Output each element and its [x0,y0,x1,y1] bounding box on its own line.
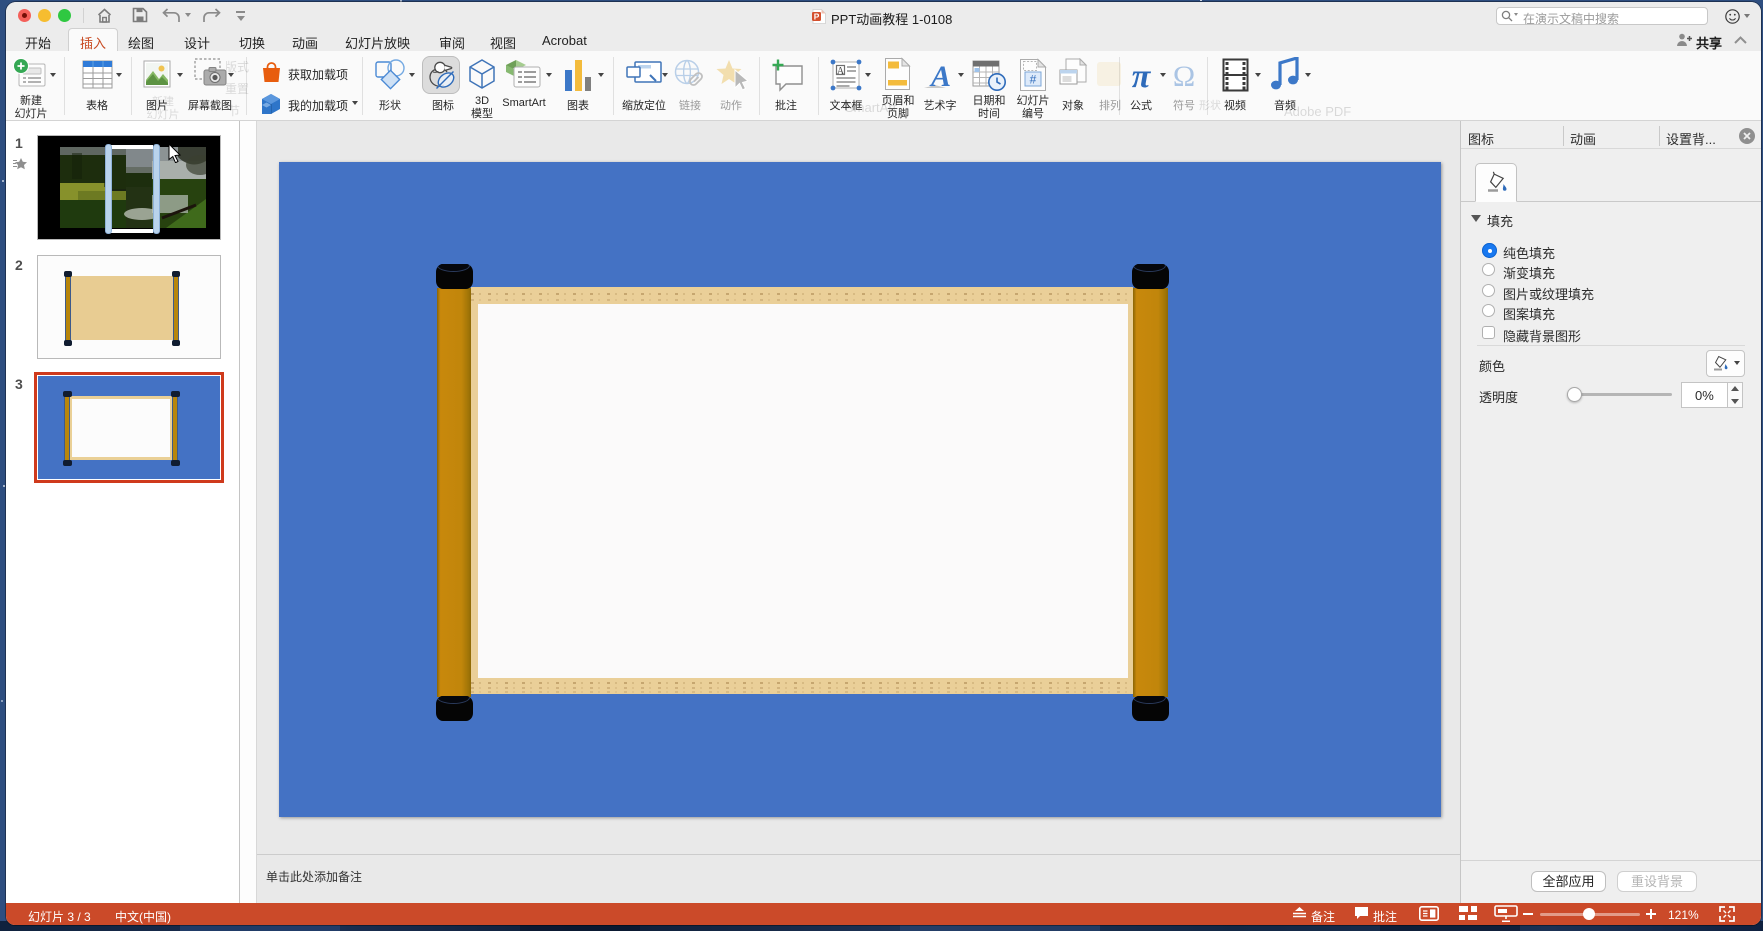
svg-text:Ω: Ω [1173,60,1195,90]
svg-text:π: π [1132,60,1152,90]
svg-text:P: P [814,11,820,21]
svg-text:A: A [929,60,951,90]
svg-text:A: A [837,66,845,77]
svg-text:#: # [1030,73,1037,87]
